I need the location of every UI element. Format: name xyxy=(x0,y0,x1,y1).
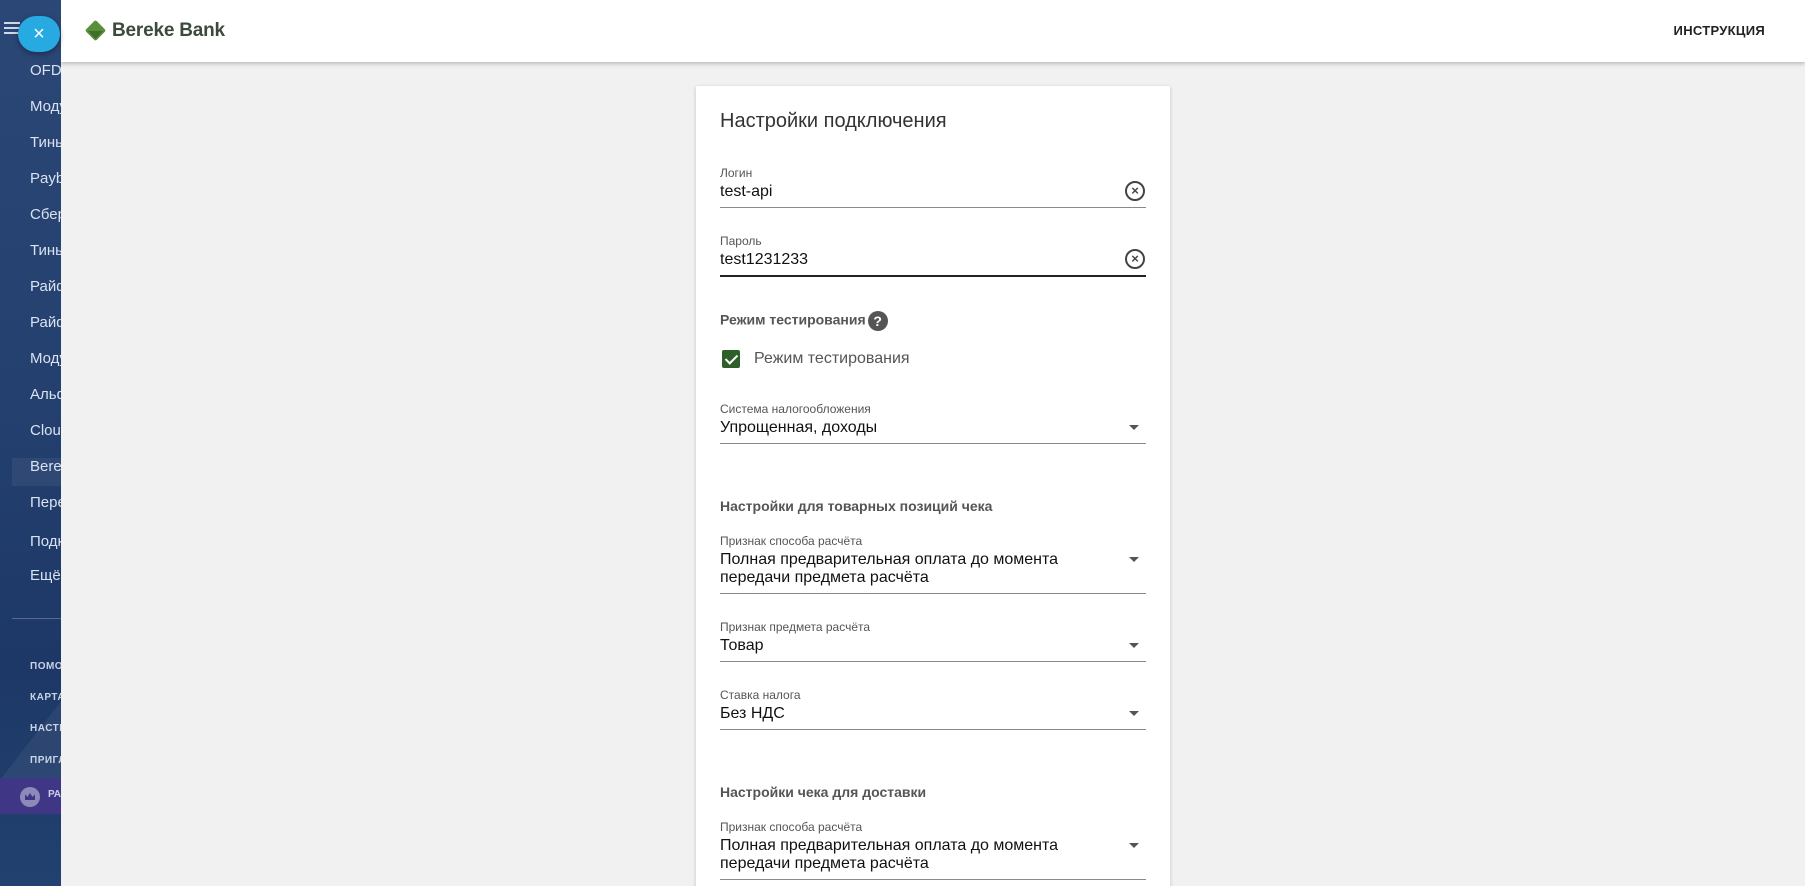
sidebar-item[interactable]: Сбербанк xyxy=(30,206,62,223)
sidebar-divider xyxy=(12,618,62,619)
tax-system-value: Упрощенная, доходы xyxy=(720,419,878,436)
sidebar-decoration xyxy=(0,700,62,780)
sidebar-item[interactable]: Перейти xyxy=(30,494,62,511)
clear-login-icon[interactable]: × xyxy=(1125,181,1145,201)
app-sidebar: OFD Модульбанк Тинькофф Paybox Сбербанк … xyxy=(0,0,62,886)
sidebar-item[interactable]: OFD xyxy=(30,62,62,79)
premium-label: РА xyxy=(48,789,62,800)
password-field: Пароль × xyxy=(720,234,1146,277)
instruction-link[interactable]: ИНСТРУКЦИЯ xyxy=(1674,23,1765,38)
value-line: передачи предмета расчёта xyxy=(720,855,929,872)
password-label: Пароль xyxy=(720,234,762,248)
test-mode-checkbox-label: Режим тестирования xyxy=(754,350,910,367)
item-payment-subject-select[interactable]: Признак предмета расчёта Товар xyxy=(720,620,1146,662)
clear-password-icon[interactable]: × xyxy=(1125,249,1145,269)
item-payment-method-select[interactable]: Признак способа расчёта Полная предварит… xyxy=(720,534,1146,594)
item-payment-method-value: Полная предварительная оплата до момента… xyxy=(720,548,1116,593)
chevron-down-icon[interactable] xyxy=(1129,711,1139,716)
delivery-payment-method-label: Признак способа расчёта xyxy=(720,820,863,834)
connection-settings-card: Настройки подключения Логин × Пароль × Р… xyxy=(696,86,1170,886)
value-line: Полная предварительная оплата до момента xyxy=(720,551,1059,568)
integration-panel: Bereke Bank ИНСТРУКЦИЯ Настройки подключ… xyxy=(61,0,1805,886)
logo-text: Bereke Bank xyxy=(112,20,225,41)
test-mode-checkbox[interactable] xyxy=(722,350,740,368)
panel-header: Bereke Bank ИНСТРУКЦИЯ xyxy=(61,0,1805,62)
sidebar-item[interactable]: Ещё xyxy=(30,567,61,584)
value-line: передачи предмета расчёта xyxy=(720,569,929,586)
item-payment-method-label: Признак способа расчёта xyxy=(720,534,863,548)
tax-system-select[interactable]: Система налогообложения Упрощенная, дохо… xyxy=(720,402,1146,444)
item-settings-heading: Настройки для товарных позиций чека xyxy=(720,498,993,514)
sidebar-item[interactable]: Райффайзен xyxy=(30,314,62,331)
chevron-down-icon[interactable] xyxy=(1129,425,1139,430)
password-input[interactable] xyxy=(720,248,1116,275)
chevron-down-icon[interactable] xyxy=(1129,557,1139,562)
sidebar-item-active[interactable]: Bereke xyxy=(12,458,62,486)
item-tax-rate-label: Ставка налога xyxy=(720,688,801,702)
premium-banner[interactable]: РА xyxy=(0,778,62,814)
chevron-down-icon[interactable] xyxy=(1129,643,1139,648)
item-payment-subject-label: Признак предмета расчёта xyxy=(720,620,871,634)
sidebar-item[interactable]: Paybox xyxy=(30,170,62,187)
delivery-settings-heading: Настройки чека для доставки xyxy=(720,784,927,800)
chevron-down-icon[interactable] xyxy=(1129,843,1139,848)
bereke-logo: Bereke Bank xyxy=(85,20,225,42)
close-panel-button[interactable]: × xyxy=(18,16,60,52)
sidebar-item[interactable]: Тинькофф xyxy=(30,134,62,151)
sidebar-item[interactable]: Альфа xyxy=(30,386,62,403)
tax-system-label: Система налогообложения xyxy=(720,402,871,416)
item-tax-rate-select[interactable]: Ставка налога Без НДС xyxy=(720,688,1146,730)
test-mode-section: Режим тестирования? xyxy=(720,311,888,331)
test-mode-checkbox-row[interactable]: Режим тестирования xyxy=(722,350,910,368)
login-input[interactable] xyxy=(720,180,1116,207)
value-line: Полная предварительная оплата до момента xyxy=(720,837,1059,854)
item-payment-subject-value: Товар xyxy=(720,637,764,654)
delivery-payment-method-select[interactable]: Признак способа расчёта Полная предварит… xyxy=(720,820,1146,880)
sidebar-item[interactable]: Подключить xyxy=(30,533,62,550)
sidebar-item[interactable]: Модульбанк xyxy=(30,98,62,115)
crown-icon xyxy=(20,787,40,807)
sidebar-item[interactable]: Модульбанк xyxy=(30,350,62,367)
sidebar-link-help[interactable]: ПОМОЩЬ xyxy=(30,661,62,672)
sidebar-item[interactable]: Cloud xyxy=(30,422,62,439)
login-field: Логин × xyxy=(720,166,1146,208)
help-icon[interactable]: ? xyxy=(867,311,888,331)
item-tax-rate-value: Без НДС xyxy=(720,705,785,722)
delivery-payment-method-value: Полная предварительная оплата до момента… xyxy=(720,834,1116,879)
test-mode-heading: Режим тестирования xyxy=(720,311,866,328)
card-title: Настройки подключения xyxy=(720,110,947,132)
bereke-logo-icon xyxy=(85,20,107,42)
sidebar-item[interactable]: Тинькофф xyxy=(30,242,62,259)
sidebar-item[interactable]: Райффайзен xyxy=(30,278,62,295)
login-label: Логин xyxy=(720,166,753,180)
